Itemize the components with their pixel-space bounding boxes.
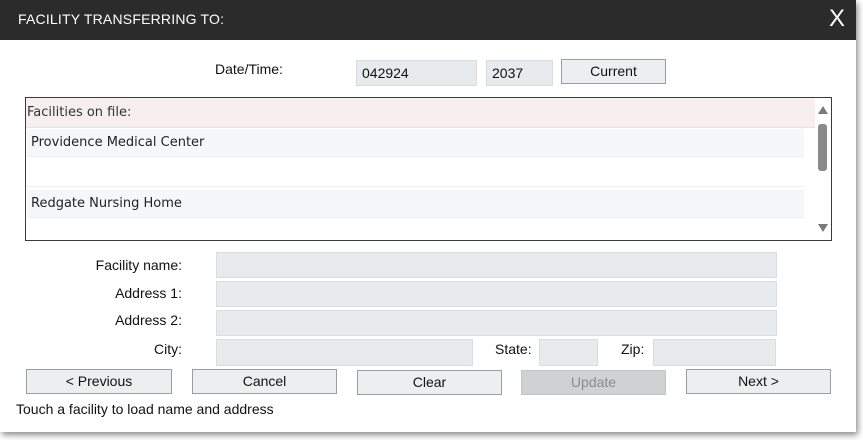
clear-button[interactable]: Clear <box>357 370 502 395</box>
facility-name-input[interactable] <box>216 252 777 278</box>
city-label: City: <box>154 341 182 357</box>
zip-label: Zip: <box>621 341 645 357</box>
scroll-down-arrow-icon[interactable] <box>818 224 828 232</box>
date-input[interactable] <box>356 60 477 86</box>
current-button[interactable]: Current <box>561 59 666 84</box>
title-bar: FACILITY TRANSFERRING TO: X <box>0 0 856 40</box>
datetime-label: Date/Time: <box>215 61 283 77</box>
state-input[interactable] <box>539 339 598 366</box>
city-input[interactable] <box>216 339 473 366</box>
facilities-list-header: Facilities on file: <box>26 98 815 128</box>
address2-input[interactable] <box>216 310 777 336</box>
zip-input[interactable] <box>653 339 776 366</box>
facilities-list[interactable]: Facilities on file: Providence Medical C… <box>25 97 832 241</box>
address1-input[interactable] <box>216 281 777 307</box>
list-scrollbar[interactable] <box>815 98 831 240</box>
facility-item-blank[interactable] <box>27 159 804 187</box>
time-input[interactable] <box>486 60 553 86</box>
facility-name-label: Facility name: <box>95 257 182 273</box>
scroll-up-arrow-icon[interactable] <box>818 106 828 114</box>
facility-dialog: FACILITY TRANSFERRING TO: X Date/Time: C… <box>0 0 856 432</box>
status-message: Touch a facility to load name and addres… <box>16 401 274 417</box>
dialog-title: FACILITY TRANSFERRING TO: <box>18 11 225 27</box>
address2-label: Address 2: <box>115 312 182 328</box>
facility-item-providence[interactable]: Providence Medical Center <box>27 129 804 157</box>
address1-label: Address 1: <box>115 285 182 301</box>
previous-button[interactable]: < Previous <box>26 369 172 394</box>
facility-item-redgate[interactable]: Redgate Nursing Home <box>27 190 804 218</box>
cancel-button[interactable]: Cancel <box>192 369 337 394</box>
next-button[interactable]: Next > <box>686 369 831 394</box>
state-label: State: <box>495 341 532 357</box>
update-button: Update <box>521 370 666 395</box>
close-icon[interactable]: X <box>826 6 848 32</box>
scroll-thumb[interactable] <box>818 124 827 171</box>
